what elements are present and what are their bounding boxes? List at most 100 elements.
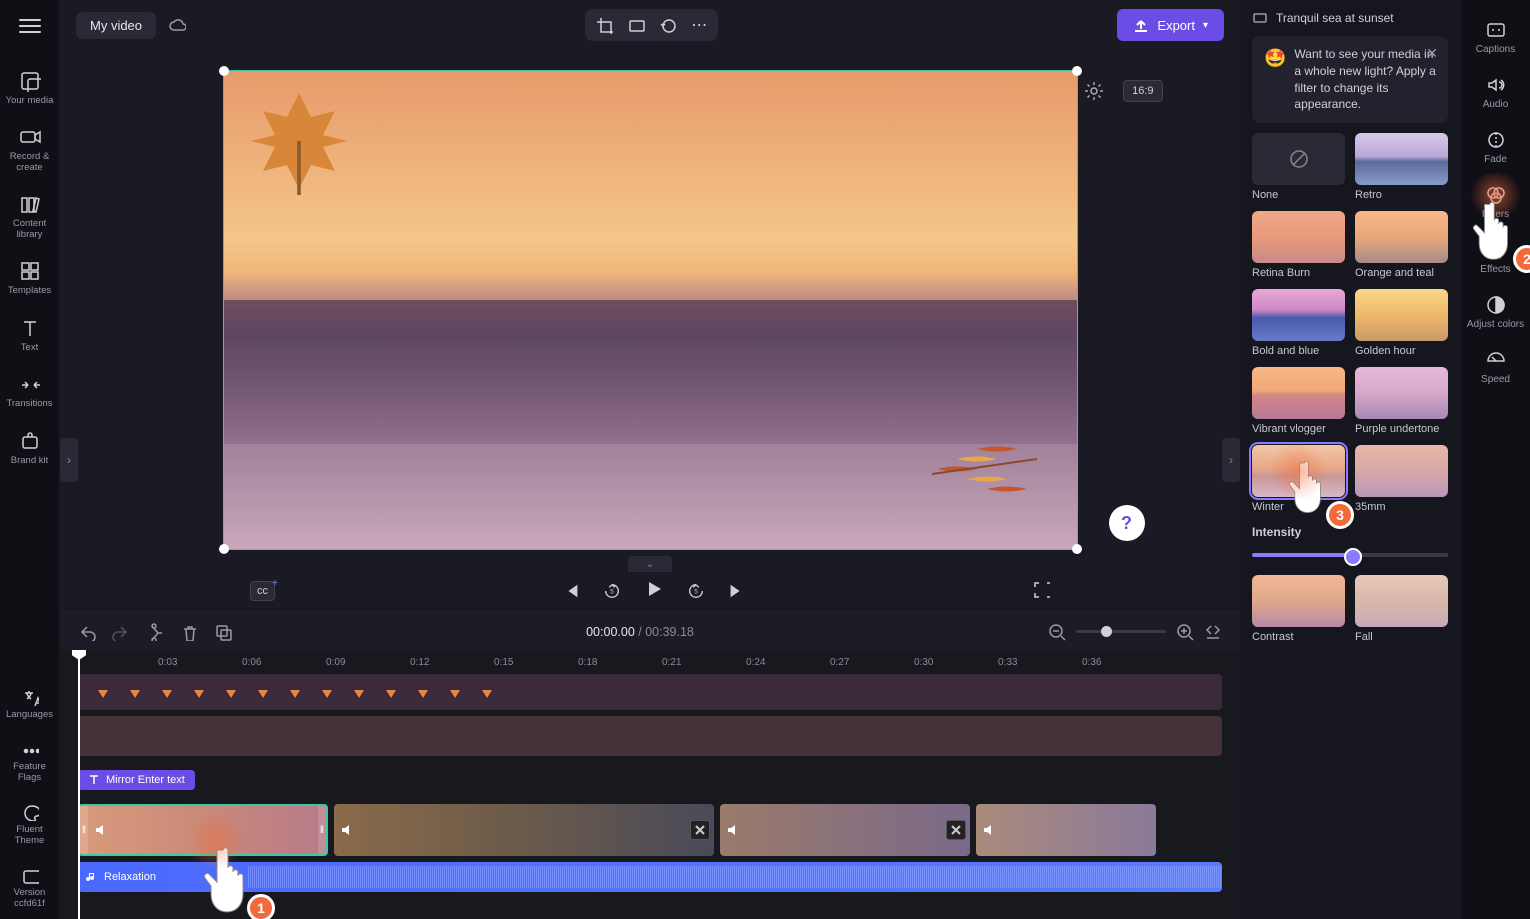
total-time: 00:39.18: [645, 625, 694, 639]
sidebar-item-feature-flags[interactable]: Feature Flags: [0, 730, 59, 793]
sidebar-item-text[interactable]: Text: [0, 307, 59, 363]
filter-fall[interactable]: Fall: [1355, 575, 1448, 643]
clip-trim-left[interactable]: ‖: [80, 806, 88, 854]
zoom-in-icon[interactable]: [1176, 623, 1194, 641]
track-stickers[interactable]: [78, 716, 1222, 756]
fit-timeline-icon[interactable]: [1204, 623, 1222, 641]
leaf-sticker-br[interactable]: [927, 419, 1047, 519]
prop-effects[interactable]: Effects: [1461, 232, 1530, 283]
rewind-icon[interactable]: 5: [603, 582, 621, 600]
crop-icon[interactable]: [595, 16, 613, 34]
audio-waveform: [248, 866, 1222, 888]
zoom-out-icon[interactable]: [1048, 623, 1066, 641]
tip-emoji-icon: 🤩: [1264, 46, 1286, 113]
timeline-ruler[interactable]: 0:030:060:090:120:150:180:210:240:270:30…: [78, 650, 1222, 674]
collapse-preview-button[interactable]: ⌄: [628, 556, 672, 572]
resize-handle-br[interactable]: [1072, 544, 1082, 554]
volume-icon[interactable]: [340, 822, 356, 838]
captions-toggle-button[interactable]: cc: [250, 581, 275, 601]
filter-none[interactable]: None: [1252, 133, 1345, 201]
more-tools-icon[interactable]: ⋯: [691, 15, 708, 35]
sidebar-label: Languages: [6, 710, 53, 720]
skip-end-icon[interactable]: [727, 582, 745, 600]
sidebar-item-transitions[interactable]: Transitions: [0, 363, 59, 419]
video-clip-2[interactable]: [334, 804, 714, 856]
video-preview[interactable]: 16:9 ?: [223, 70, 1078, 550]
track-text[interactable]: Mirror Enter text: [78, 762, 1222, 798]
timeline[interactable]: 0:030:060:090:120:150:180:210:240:270:30…: [60, 650, 1240, 919]
volume-icon[interactable]: [982, 822, 998, 838]
skip-start-icon[interactable]: [563, 582, 581, 600]
preview-settings-icon[interactable]: [1083, 80, 1105, 102]
redo-icon[interactable]: [112, 623, 130, 641]
project-title[interactable]: My video: [76, 12, 156, 39]
leaf-sticker-tl[interactable]: [239, 81, 359, 201]
video-clip-3[interactable]: [720, 804, 970, 856]
prop-adjust-colors[interactable]: Adjust colors: [1461, 287, 1530, 338]
volume-icon[interactable]: [726, 822, 742, 838]
prop-speed[interactable]: Speed: [1461, 342, 1530, 393]
filter-golden-hour[interactable]: Golden hour: [1355, 289, 1448, 357]
export-label: Export: [1157, 18, 1195, 33]
filter-contrast[interactable]: Contrast: [1252, 575, 1345, 643]
track-audio[interactable]: Relaxation: [78, 862, 1222, 892]
transition-badge[interactable]: [946, 820, 966, 840]
filter-winter[interactable]: Winter 3: [1252, 445, 1345, 513]
undo-icon[interactable]: [78, 623, 96, 641]
captions-icon: [1486, 20, 1506, 40]
sidebar-item-your-media[interactable]: Your media: [0, 60, 59, 116]
zoom-slider[interactable]: [1076, 630, 1166, 633]
collapse-right-panel-button[interactable]: ›: [1222, 438, 1240, 482]
close-tip-button[interactable]: ✕: [1426, 44, 1438, 64]
fullscreen-icon[interactable]: [1032, 580, 1050, 598]
prop-captions[interactable]: Captions: [1461, 12, 1530, 63]
playhead[interactable]: [78, 650, 80, 919]
fit-icon[interactable]: [627, 16, 645, 34]
duplicate-icon[interactable]: [214, 623, 232, 641]
split-icon[interactable]: [146, 623, 164, 641]
hamburger-menu-icon[interactable]: [16, 12, 44, 40]
sidebar-item-templates[interactable]: Templates: [0, 250, 59, 306]
media-name: Tranquil sea at sunset: [1276, 11, 1394, 25]
sidebar-item-fluent-theme[interactable]: Fluent Theme: [0, 793, 59, 856]
expand-left-panel-button[interactable]: ›: [60, 438, 78, 482]
prop-fade[interactable]: Fade: [1461, 122, 1530, 173]
sidebar-item-version[interactable]: Version ccfd61f: [0, 856, 59, 919]
resize-handle-bl[interactable]: [219, 544, 229, 554]
cloud-sync-icon[interactable]: [168, 16, 186, 34]
resize-handle-tl[interactable]: [219, 66, 229, 76]
filter-retina-burn[interactable]: Retina Burn: [1252, 211, 1345, 279]
track-markers[interactable]: [78, 674, 1222, 710]
filter-35mm[interactable]: 35mm: [1355, 445, 1448, 513]
text-clip-label: Mirror Enter text: [106, 774, 185, 786]
audio-clip-label: Relaxation: [104, 871, 156, 883]
aspect-ratio-badge[interactable]: 16:9: [1123, 80, 1162, 102]
forward-icon[interactable]: 5: [687, 582, 705, 600]
clip-trim-right[interactable]: ‖: [318, 806, 326, 854]
intensity-slider[interactable]: [1252, 553, 1448, 557]
sidebar-item-languages[interactable]: Languages: [0, 678, 59, 730]
transition-badge[interactable]: [690, 820, 710, 840]
text-clip[interactable]: Mirror Enter text: [78, 770, 195, 790]
filter-purple-undertone[interactable]: Purple undertone: [1355, 367, 1448, 435]
filter-orange-teal[interactable]: Orange and teal: [1355, 211, 1448, 279]
prop-filters[interactable]: Filters 2: [1461, 177, 1530, 228]
resize-handle-tr[interactable]: [1072, 66, 1082, 76]
sidebar-item-record-create[interactable]: Record & create: [0, 116, 59, 183]
help-button[interactable]: ?: [1109, 505, 1145, 541]
track-video[interactable]: ‖ ‖: [78, 804, 1222, 856]
delete-icon[interactable]: [180, 623, 198, 641]
filter-retro[interactable]: Retro: [1355, 133, 1448, 201]
filter-bold-blue[interactable]: Bold and blue: [1252, 289, 1345, 357]
filter-vibrant-vlogger[interactable]: Vibrant vlogger: [1252, 367, 1345, 435]
video-clip-1[interactable]: ‖ ‖: [78, 804, 328, 856]
rotate-icon[interactable]: [659, 16, 677, 34]
sidebar-item-brand-kit[interactable]: Brand kit: [0, 420, 59, 476]
export-button[interactable]: Export ▾: [1117, 9, 1224, 41]
sidebar-item-content-library[interactable]: Content library: [0, 183, 59, 250]
video-clip-4[interactable]: [976, 804, 1156, 856]
sidebar-label: Transitions: [6, 399, 52, 409]
volume-icon[interactable]: [94, 822, 110, 838]
play-icon[interactable]: [643, 578, 665, 600]
prop-audio[interactable]: Audio: [1461, 67, 1530, 118]
